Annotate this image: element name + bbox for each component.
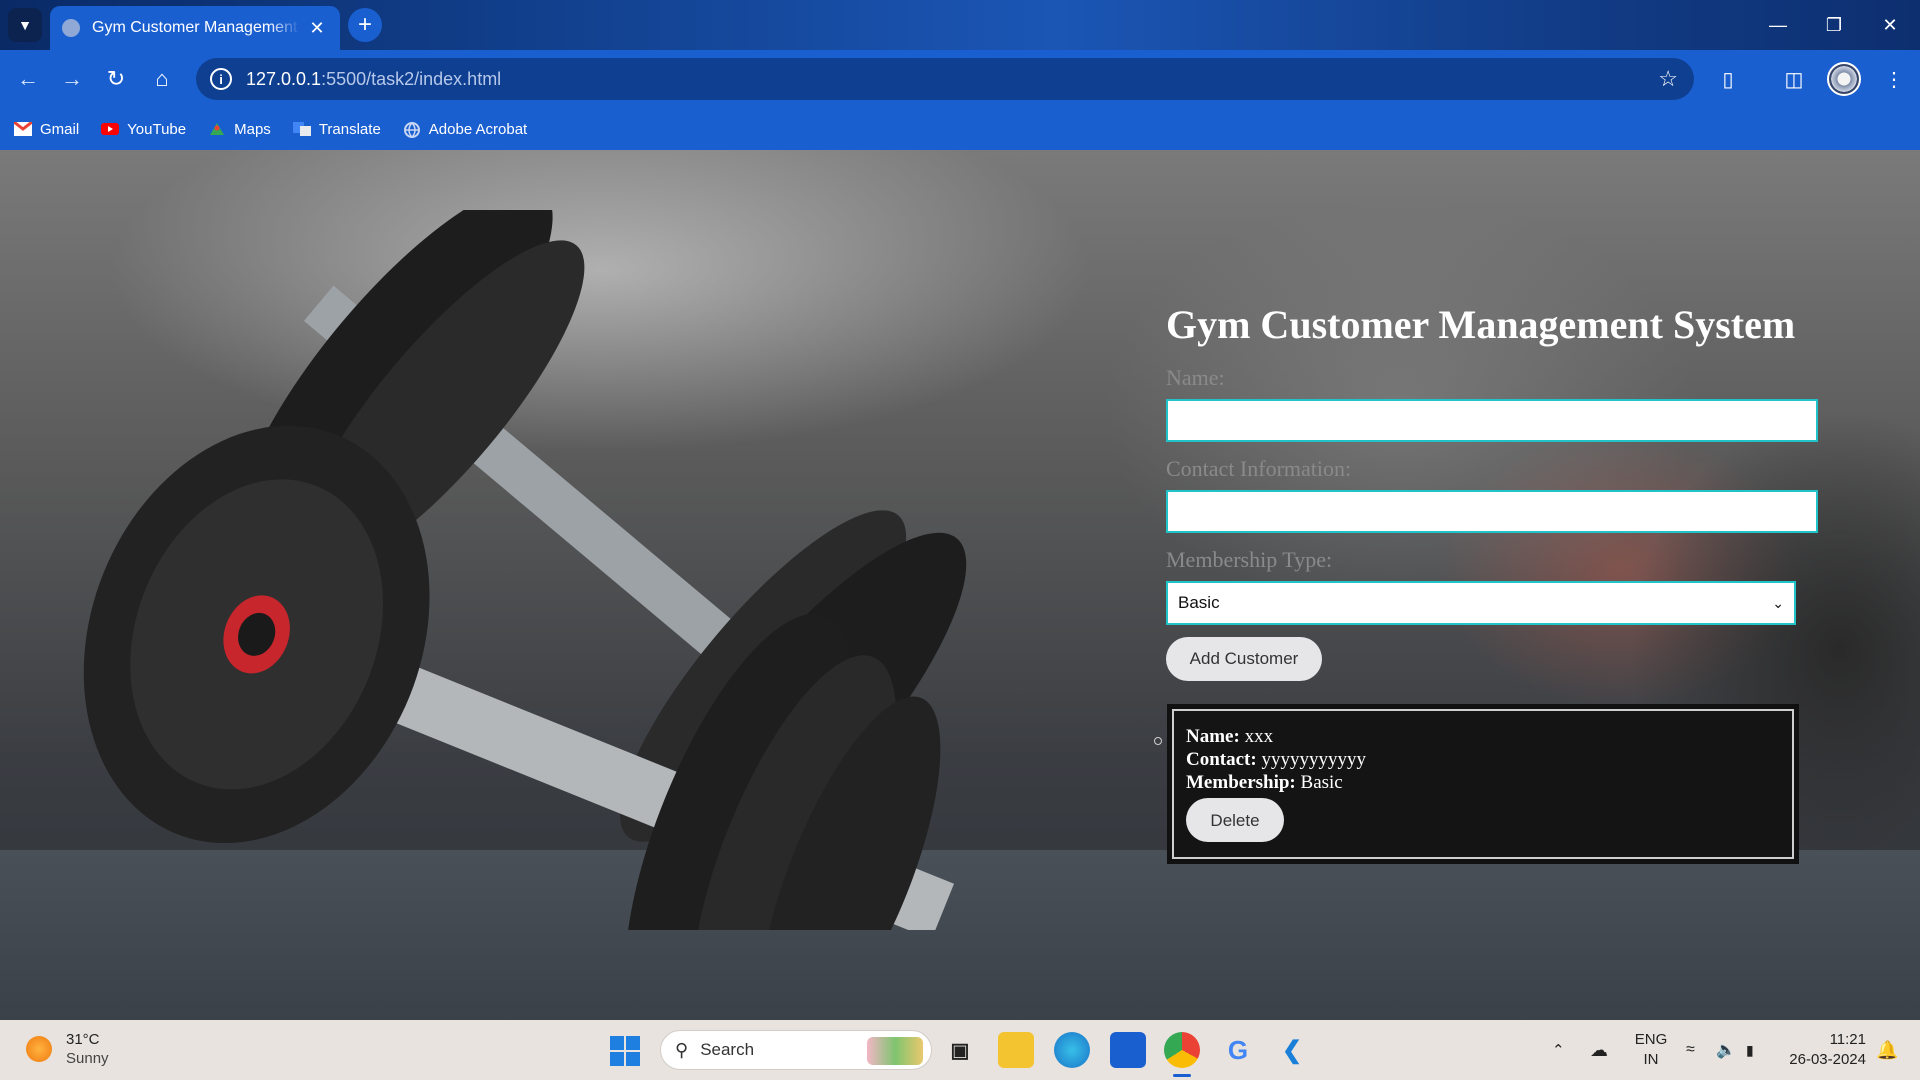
back-button[interactable]: ← — [10, 61, 46, 97]
puzzle-icon: ▯ — [1722, 68, 1734, 91]
restore-icon: ❐ — [1825, 14, 1843, 35]
tab-search-button[interactable]: ▼ — [8, 8, 42, 42]
weather-condition: Sunny — [66, 1050, 109, 1067]
plus-icon: + — [357, 11, 372, 38]
site-info-icon[interactable]: i — [210, 68, 232, 90]
close-icon: ✕ — [1882, 14, 1898, 35]
membership-select[interactable]: Basic ⌄ — [1166, 581, 1796, 625]
new-tab-button[interactable]: + — [348, 8, 382, 42]
search-highlight-icon — [867, 1037, 923, 1065]
membership-selected-value: Basic — [1178, 593, 1220, 612]
customer-name: xxx — [1244, 726, 1274, 747]
side-panel-icon: ◫ — [1784, 68, 1804, 91]
dumbbell-image — [83, 210, 967, 930]
bookmark-star-icon[interactable]: ☆ — [1658, 66, 1678, 92]
chevron-down-icon: ⌄ — [1772, 594, 1784, 611]
home-button[interactable]: ⌂ — [144, 61, 180, 97]
file-explorer-icon[interactable] — [998, 1032, 1034, 1068]
forward-button[interactable]: → — [54, 61, 90, 97]
bookmark-gmail[interactable]: Gmail — [13, 120, 79, 138]
translate-icon — [292, 122, 311, 136]
arrow-left-icon: ← — [17, 66, 39, 91]
chrome-icon[interactable] — [1164, 1032, 1200, 1068]
contact-label: Contact Information: — [1166, 456, 1352, 481]
customer-membership: Basic — [1300, 772, 1343, 793]
menu-button[interactable]: ⋮ — [1876, 61, 1912, 97]
close-window-button[interactable]: ✕ — [1862, 0, 1918, 50]
gmail-icon — [13, 120, 33, 136]
clock[interactable]: 11:21 26-03-2024 — [1782, 1030, 1866, 1070]
edge-icon[interactable] — [1054, 1032, 1090, 1068]
vscode-icon[interactable]: ❮ — [1274, 1032, 1310, 1068]
volume-icon[interactable]: 🔈 — [1716, 1020, 1736, 1080]
globe-icon — [62, 19, 80, 37]
customer-membership-row: Membership: Basic — [1186, 772, 1343, 793]
tab-strip: ▼ Gym Customer Management System ✕ + — ❐… — [0, 0, 1920, 50]
page-title: Gym Customer Management System — [1166, 302, 1796, 347]
customer-contact-row: Contact: yyyyyyyyyyy — [1186, 749, 1366, 770]
bookmark-youtube[interactable]: YouTube — [101, 121, 186, 138]
search-placeholder: Search — [700, 1040, 755, 1059]
bookmark-maps[interactable]: Maps — [208, 121, 271, 138]
windows-logo-icon — [610, 1036, 624, 1050]
weather-widget[interactable]: 31°C Sunny — [26, 1030, 109, 1068]
page-background: Gym Customer Management System Name: Con… — [0, 150, 1920, 1020]
maps-icon — [208, 122, 226, 136]
battery-icon[interactable]: ▮ — [1746, 1020, 1754, 1080]
language-indicator[interactable]: ENG IN — [1633, 1030, 1669, 1070]
customer-card: Name: xxx Contact: yyyyyyyyyyy Membershi… — [1167, 704, 1799, 864]
search-icon: ⚲ — [675, 1039, 689, 1060]
windows-taskbar: 31°C Sunny ⚲ Search ▣ G ❮ ⌃ ☁ ENG IN ≈ 🔈… — [0, 1020, 1920, 1080]
reload-button[interactable]: ↻ — [98, 61, 134, 97]
minimize-button[interactable]: — — [1750, 0, 1806, 50]
store-icon[interactable] — [1110, 1032, 1146, 1068]
reload-icon: ↻ — [106, 66, 126, 91]
address-bar[interactable]: i 127.0.0.1:5500/task2/index.html ☆ — [196, 58, 1694, 100]
bookmark-translate[interactable]: Translate — [292, 121, 381, 138]
extensions-button[interactable]: ▯ — [1710, 61, 1746, 97]
customer-contact: yyyyyyyyyyy — [1261, 749, 1366, 770]
youtube-icon — [101, 122, 120, 136]
add-customer-button[interactable]: Add Customer — [1166, 637, 1322, 681]
date: 26-03-2024 — [1789, 1051, 1866, 1068]
tab-title: Gym Customer Management System — [92, 19, 300, 36]
delete-button[interactable]: Delete — [1186, 798, 1284, 842]
chevron-down-icon: ▼ — [18, 17, 32, 33]
contact-input[interactable] — [1166, 490, 1818, 533]
onedrive-icon[interactable]: ☁ — [1590, 1020, 1608, 1080]
customer-list: Name: xxx Contact: yyyyyyyyyyy Membershi… — [1154, 704, 1826, 864]
restore-button[interactable]: ❐ — [1806, 0, 1862, 50]
bookmarks-bar: Gmail YouTube Maps Translate Adobe Acrob… — [0, 108, 1920, 150]
google-icon[interactable]: G — [1220, 1032, 1256, 1068]
arrow-right-icon: → — [61, 66, 83, 91]
home-icon: ⌂ — [155, 66, 169, 91]
minimize-icon: — — [1769, 14, 1787, 35]
customer-name-row: Name: xxx — [1186, 726, 1274, 747]
time: 11:21 — [1829, 1031, 1866, 1048]
membership-label: Membership Type: — [1166, 547, 1333, 572]
wifi-icon[interactable]: ≈ — [1686, 1020, 1695, 1080]
kebab-menu-icon: ⋮ — [1884, 68, 1904, 91]
show-hidden-icons-button[interactable]: ⌃ — [1552, 1020, 1565, 1080]
notification-bell-icon[interactable]: 🔔 — [1876, 1020, 1898, 1080]
close-icon[interactable]: ✕ — [306, 18, 328, 39]
url-text: 127.0.0.1:5500/task2/index.html — [246, 68, 502, 89]
task-view-icon[interactable]: ▣ — [942, 1032, 978, 1068]
side-panel-button[interactable]: ◫ — [1776, 61, 1812, 97]
chevron-up-icon: ⌃ — [1552, 1042, 1565, 1059]
browser-toolbar: ← → ↻ ⌂ i 127.0.0.1:5500/task2/index.htm… — [0, 50, 1920, 108]
name-input[interactable] — [1166, 399, 1818, 442]
profile-avatar[interactable] — [1827, 62, 1861, 96]
bookmark-adobe-acrobat[interactable]: Adobe Acrobat — [403, 121, 527, 139]
list-bullet — [1154, 737, 1162, 745]
temperature: 31°C — [66, 1031, 100, 1048]
customer-management-panel: Gym Customer Management System Name: Con… — [1154, 302, 1826, 864]
start-button[interactable] — [610, 1036, 640, 1066]
sun-icon — [26, 1036, 52, 1062]
taskbar-search[interactable]: ⚲ Search — [660, 1030, 932, 1070]
active-app-indicator — [1173, 1074, 1191, 1077]
active-tab[interactable]: Gym Customer Management System ✕ — [50, 6, 340, 50]
globe-icon — [403, 122, 421, 139]
name-label: Name: — [1166, 365, 1225, 390]
